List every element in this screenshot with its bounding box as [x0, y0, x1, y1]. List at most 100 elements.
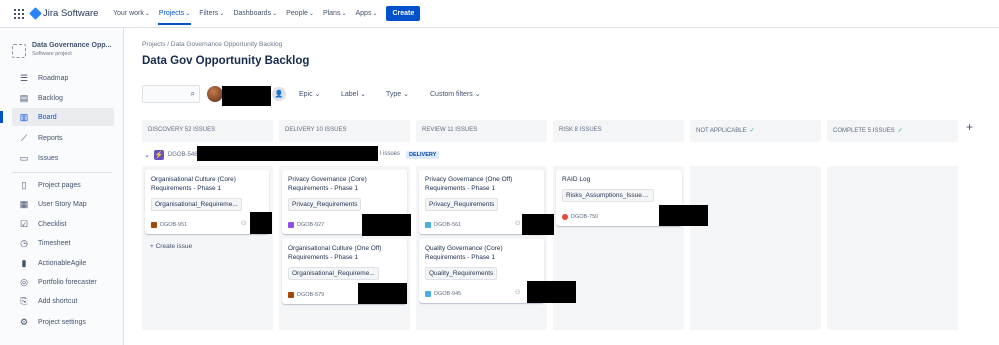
nav-projects[interactable]: Projects⌄	[156, 6, 193, 25]
column-header-discovery[interactable]: DISCOVERY 52 ISSUES	[142, 120, 273, 142]
sidebar-item-project-settings[interactable]: ⚙ Project settings	[12, 313, 114, 331]
swimlane-header[interactable]: ⌄ ⚡ DGOB-546	[144, 150, 198, 160]
project-sidebar: Data Governance Opp... Software project …	[0, 28, 124, 345]
create-issue-button[interactable]: + Create issue	[150, 243, 192, 250]
issue-key: DGOB-750	[571, 214, 599, 220]
sidebar-item-add-shortcut[interactable]: ⎘ Add shortcut	[12, 292, 114, 310]
column-header-not-applicable[interactable]: NOT APPLICABLE ✓	[690, 120, 821, 142]
chevron-down-icon: ⌄	[360, 91, 366, 98]
sidebar-item-board[interactable]: ▥ Board	[0, 108, 114, 126]
board-search-input[interactable]: ⌕	[142, 85, 200, 103]
assignee-icon: ⚇	[515, 221, 521, 227]
sidebar-divider	[12, 172, 112, 173]
sidebar-item-actionableagile[interactable]: ▮ ActionableAgile	[12, 254, 114, 272]
epic-filter[interactable]: Epic ⌄	[299, 90, 320, 98]
sidebar-item-checklist[interactable]: ☑ Checklist	[12, 215, 114, 233]
redacted-block	[527, 281, 576, 303]
reports-icon: ⟋	[20, 132, 28, 143]
jira-logo-icon	[29, 7, 42, 20]
issue-type-icon	[425, 222, 431, 228]
breadcrumb[interactable]: Projects / Data Governance Opportunity B…	[142, 41, 282, 48]
issue-card[interactable]: Quality Governance (Core) Requirements -…	[419, 239, 544, 303]
nav-your-work[interactable]: Your work⌄	[110, 6, 153, 21]
chevron-down-icon: ⌄	[474, 91, 481, 98]
column-header-risk[interactable]: RISK 8 ISSUES	[553, 120, 684, 142]
nav-plans[interactable]: Plans⌄	[320, 6, 350, 21]
jira-logo[interactable]: Jira Software	[29, 7, 99, 20]
card-title: Privacy Governance (One Off) Requirement…	[425, 176, 513, 192]
label-filter[interactable]: Label ⌄	[341, 90, 366, 98]
add-shortcut-icon: ⎘	[20, 295, 28, 306]
page-title: Data Gov Opportunity Backlog	[142, 55, 310, 67]
issue-type-icon	[562, 214, 568, 220]
forecaster-icon: ◎	[20, 276, 28, 287]
sidebar-item-backlog[interactable]: ▤ Backlog	[12, 89, 114, 107]
column-header-review[interactable]: REVIEW 11 ISSUES	[416, 120, 547, 142]
card-footer: DGOB-945	[425, 291, 461, 297]
issues-icon: ▭	[19, 152, 29, 163]
column-header-complete[interactable]: COMPLETE 5 ISSUES ✓	[827, 120, 958, 142]
project-header[interactable]: Data Governance Opp... Software project	[12, 42, 111, 58]
nav-people[interactable]: People⌄	[283, 6, 317, 21]
backlog-icon: ▤	[19, 92, 29, 103]
chevron-down-icon: ⌄	[314, 91, 321, 98]
add-people-icon[interactable]: 👤	[272, 87, 286, 101]
column-header-delivery[interactable]: DELIVERY 10 ISSUES	[279, 120, 410, 142]
sidebar-item-timesheet[interactable]: ◷ Timesheet	[12, 234, 114, 252]
sidebar-item-project-pages[interactable]: ▯ Project pages	[12, 176, 114, 194]
issue-key: DGOB-579	[297, 292, 325, 298]
sidebar-item-user-story-map[interactable]: ▦ User Story Map	[12, 195, 114, 213]
card-title: Quality Governance (Core) Requirements -…	[425, 245, 503, 261]
sidebar-item-roadmap[interactable]: ☰ Roadmap	[12, 69, 114, 87]
redacted-block	[358, 283, 407, 304]
card-label: Organisational_Requireme...	[288, 266, 379, 280]
chevron-down-icon: ⌄	[219, 11, 225, 17]
column-not-applicable	[690, 166, 821, 330]
sidebar-item-portfolio-forecaster[interactable]: ◎ Portfolio forecaster	[12, 273, 114, 291]
timesheet-icon: ◷	[20, 237, 28, 248]
add-column-icon[interactable]: +	[966, 120, 973, 134]
chevron-down-icon: ⌄	[308, 11, 314, 17]
card-label: Quality_Requirements	[425, 266, 498, 280]
main-nav: Your work⌄ Projects⌄ Filters⌄ Dashboards…	[110, 6, 421, 25]
chevron-down-icon: ⌄	[372, 11, 378, 17]
card-label: Privacy_Requirements	[425, 197, 499, 211]
redacted-block	[362, 214, 411, 236]
issue-type-icon	[288, 292, 294, 298]
column-complete	[827, 166, 958, 330]
chevron-down-icon: ⌄	[403, 91, 410, 98]
card-title: Organisational Culture (One Off) Require…	[288, 245, 382, 261]
issue-key: DGOB-927	[297, 222, 325, 228]
create-button[interactable]: Create	[386, 6, 421, 21]
sidebar-item-issues[interactable]: ▭ Issues	[12, 149, 114, 167]
card-label: Risks_Assumptions_Issues_...	[562, 188, 654, 202]
issue-type-icon	[151, 222, 157, 228]
swimlane-issue-count: l issues	[380, 151, 401, 157]
chevron-down-icon: ⌄	[272, 11, 278, 17]
nav-apps[interactable]: Apps⌄	[352, 6, 380, 21]
pages-icon: ▯	[21, 179, 27, 190]
card-footer: DGOB-579	[288, 292, 324, 298]
assignee-icon: ⚇	[241, 221, 247, 227]
custom-filters[interactable]: Custom filters ⌄	[430, 90, 481, 98]
issue-type-icon	[425, 291, 431, 297]
issue-type-icon	[288, 222, 294, 228]
redacted-block	[222, 86, 271, 106]
sidebar-item-reports[interactable]: ⟋ Reports	[12, 129, 114, 147]
assignee-icon: ⚇	[515, 290, 521, 296]
card-footer: DGOB-561	[425, 222, 461, 228]
nav-filters[interactable]: Filters⌄	[196, 6, 227, 21]
status-badge: DELIVERY	[406, 151, 440, 159]
app-switcher-icon[interactable]	[14, 9, 24, 19]
board-icon: ▥	[19, 111, 29, 122]
nav-dashboards[interactable]: Dashboards⌄	[230, 6, 280, 21]
issue-key: DGOB-951	[160, 222, 188, 228]
avatar[interactable]	[207, 86, 223, 102]
chevron-down-icon: ⌄	[144, 152, 150, 159]
search-icon: ⌕	[190, 89, 195, 98]
card-title: Privacy Governance (Core) Requirements -…	[288, 176, 367, 192]
product-name: Jira Software	[43, 8, 99, 19]
top-navigation: Jira Software Your work⌄ Projects⌄ Filte…	[0, 0, 999, 28]
settings-icon: ⚙	[19, 316, 29, 327]
type-filter[interactable]: Type ⌄	[386, 90, 409, 98]
